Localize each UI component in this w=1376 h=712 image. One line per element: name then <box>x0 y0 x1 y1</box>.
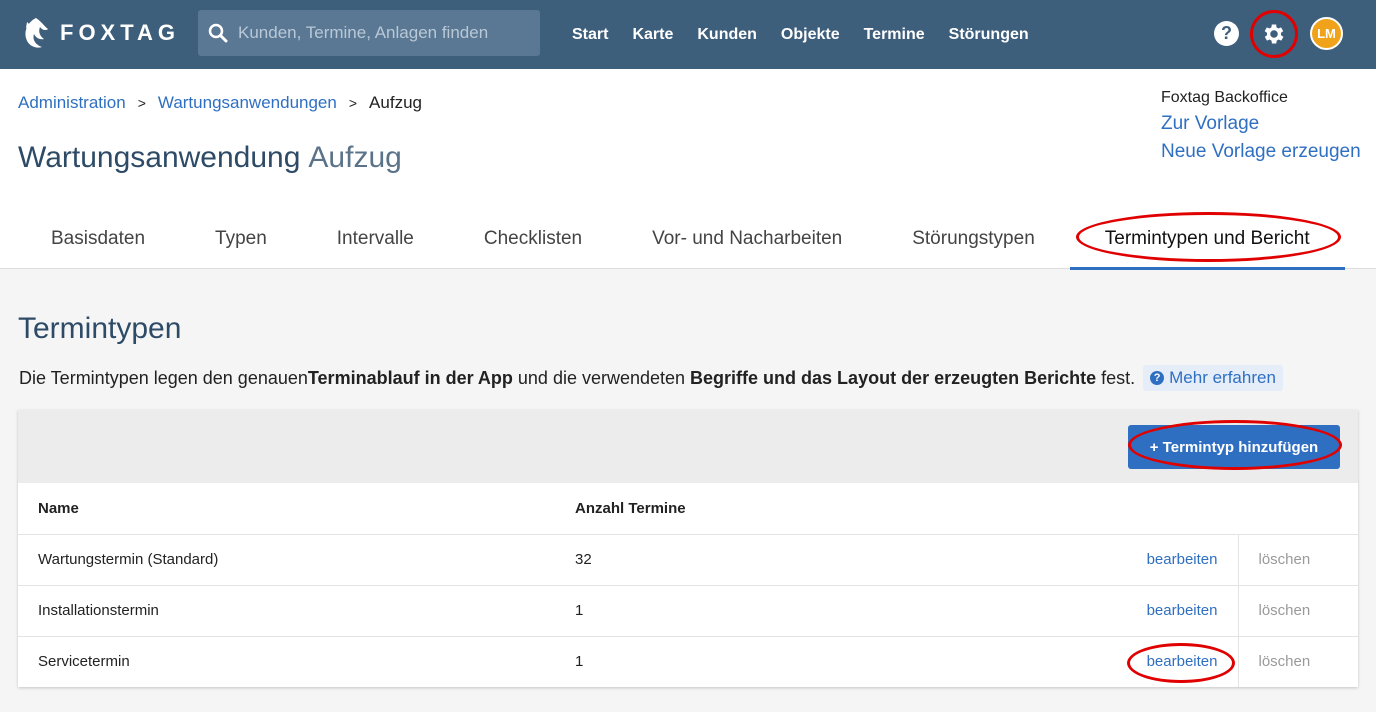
highlight-ring <box>1128 420 1342 470</box>
chevron-right-icon: > <box>137 95 146 111</box>
card-toolbar: + Termintyp hinzufügen <box>18 410 1358 483</box>
breadcrumb-wartungsanwendungen[interactable]: Wartungsanwendungen <box>158 93 337 113</box>
desc-bold-2: Begriffe und das Layout der erzeugten Be… <box>690 367 1097 388</box>
page-title-main: Wartungsanwendung <box>18 141 301 174</box>
top-navigation-bar: FOXTAG Start Karte Kunden Objekte Termin… <box>0 0 1376 69</box>
foxtag-logo[interactable]: FOXTAG <box>22 16 180 50</box>
column-header-name: Name <box>18 483 555 535</box>
backoffice-label: Foxtag Backoffice <box>1161 89 1288 106</box>
row-edit-cell: bearbeiten <box>1038 585 1238 637</box>
tab-intervalle[interactable]: Intervalle <box>302 209 449 269</box>
nav-start[interactable]: Start <box>572 26 608 44</box>
nav-karte[interactable]: Karte <box>632 26 673 44</box>
mehr-erfahren-button[interactable]: ? Mehr erfahren <box>1143 365 1283 391</box>
gear-icon <box>1264 24 1284 44</box>
delete-link[interactable]: löschen <box>1237 585 1358 637</box>
mehr-erfahren-label: Mehr erfahren <box>1169 368 1276 387</box>
tab-typen[interactable]: Typen <box>180 209 302 269</box>
row-count: 1 <box>575 653 584 671</box>
zur-vorlage-link[interactable]: Zur Vorlage <box>1161 113 1361 135</box>
breadcrumb-administration[interactable]: Administration <box>18 93 126 113</box>
table-header-row: Name Anzahl Termine <box>18 483 1358 535</box>
nav-stoerungen[interactable]: Störungen <box>949 26 1029 44</box>
section-title: Termintypen <box>18 312 182 345</box>
nav-objekte[interactable]: Objekte <box>781 26 840 44</box>
termintypen-card: + Termintyp hinzufügen Name Anzahl Termi… <box>18 410 1358 687</box>
column-header-delete <box>1238 483 1358 535</box>
user-avatar[interactable]: LM <box>1310 17 1343 50</box>
table-row: Servicetermin 1 bearbeiten löschen <box>18 636 1358 687</box>
tab-stoerungstypen[interactable]: Störungstypen <box>877 209 1070 269</box>
row-count: 1 <box>555 585 1038 637</box>
settings-button[interactable] <box>1250 10 1298 58</box>
tab-termintypen-bericht[interactable]: Termintypen und Bericht <box>1069 209 1345 270</box>
row-edit-cell: bearbeiten <box>1038 534 1238 586</box>
page-title-sub: Aufzug <box>308 141 402 174</box>
section-description: Die Termintypen legen den genauen Termin… <box>19 365 1283 391</box>
highlight-ring <box>1075 212 1341 262</box>
desc-bold-1: Terminablauf in der App <box>307 367 513 388</box>
column-header-count: Anzahl Termine <box>555 483 1038 535</box>
nav-kunden[interactable]: Kunden <box>697 26 757 44</box>
fox-logo-icon <box>25 18 48 48</box>
brand-name: FOXTAG <box>60 20 181 45</box>
page-header: Administration > Wartungsanwendungen > A… <box>0 69 1376 270</box>
row-name: Wartungstermin (Standard) <box>18 534 555 586</box>
tab-checklisten[interactable]: Checklisten <box>449 209 617 269</box>
row-name: Installationstermin <box>18 585 555 637</box>
tab-bar: Basisdaten Typen Intervalle Checklisten … <box>16 209 1345 270</box>
breadcrumb-current: Aufzug <box>369 93 422 112</box>
page-title: Wartungsanwendung Aufzug <box>18 141 402 175</box>
delete-link[interactable]: löschen <box>1237 534 1358 586</box>
highlight-ring <box>1126 642 1235 683</box>
table-row: Wartungstermin (Standard) 32 bearbeiten … <box>18 534 1358 586</box>
question-circle-icon: ? <box>1150 371 1165 385</box>
search-input[interactable] <box>238 10 533 56</box>
chevron-right-icon: > <box>348 95 358 111</box>
tab-vor-nacharbeiten[interactable]: Vor- und Nacharbeiten <box>617 209 877 269</box>
help-icon[interactable]: ? <box>1214 21 1239 46</box>
main-nav: Start Karte Kunden Objekte Termine Störu… <box>560 0 1041 69</box>
desc-text-1: Die Termintypen legen den genauen <box>19 367 308 388</box>
edit-link[interactable]: bearbeiten <box>1147 602 1218 619</box>
desc-text-2: und die verwendeten <box>512 367 691 388</box>
tab-basisdaten[interactable]: Basisdaten <box>16 209 180 269</box>
global-search[interactable] <box>198 10 540 56</box>
nav-termine[interactable]: Termine <box>864 26 925 44</box>
desc-text-3: fest. <box>1096 367 1136 388</box>
neue-vorlage-link[interactable]: Neue Vorlage erzeugen <box>1161 141 1361 163</box>
termintypen-table: Name Anzahl Termine Wartungstermin (Stan… <box>18 483 1358 687</box>
row-count: 32 <box>555 534 1038 586</box>
table-row: Installationstermin 1 bearbeiten löschen <box>18 585 1358 637</box>
row-edit-cell: bearbeiten <box>1038 636 1238 687</box>
search-icon <box>208 23 228 43</box>
row-name: Servicetermin <box>38 653 130 671</box>
column-header-edit <box>1038 483 1238 535</box>
edit-link[interactable]: bearbeiten <box>1147 551 1218 568</box>
template-links: Foxtag Backoffice Zur Vorlage Neue Vorla… <box>1161 89 1361 163</box>
delete-link[interactable]: löschen <box>1237 636 1358 687</box>
breadcrumb: Administration > Wartungsanwendungen > A… <box>18 93 422 113</box>
